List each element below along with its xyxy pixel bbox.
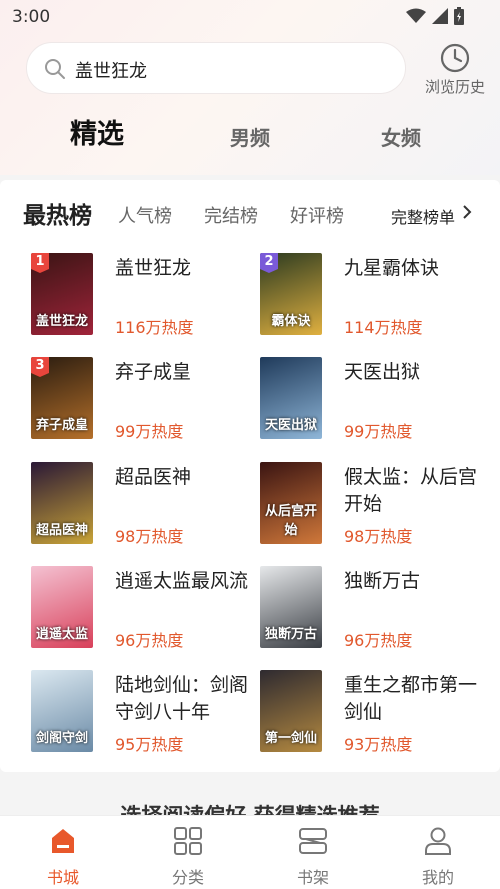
book-item[interactable]: 弃子成皇 3 弃子成皇 99万热度 bbox=[31, 357, 261, 441]
book-cover[interactable]: 第一剑仙 bbox=[260, 670, 322, 752]
book-heat: 114万热度 bbox=[344, 318, 423, 337]
cover-title-art: 超品医神 bbox=[35, 523, 88, 538]
cover-title-art: 弃子成皇 bbox=[35, 418, 88, 433]
bookstore-icon bbox=[52, 829, 74, 853]
book-heat: 98万热度 bbox=[115, 527, 184, 546]
nav-bookshelf[interactable]: 书架 bbox=[263, 816, 363, 889]
signal-icon bbox=[432, 8, 448, 24]
book-title[interactable]: 盖世狂龙 bbox=[115, 255, 255, 282]
book-heat: 93万热度 bbox=[344, 735, 413, 754]
book-item[interactable]: 剑阁守剑 陆地剑仙：剑阁守剑八十年 95万热度 bbox=[31, 670, 261, 754]
tab-selected[interactable]: 精选 bbox=[70, 112, 124, 151]
channel-tabs: 精选 男频 女频 bbox=[0, 108, 500, 164]
status-icons bbox=[406, 7, 464, 25]
book-item[interactable]: 逍遥太监 逍遥太监最风流 96万热度 bbox=[31, 566, 261, 650]
nav-label: 书架 bbox=[296, 868, 329, 887]
book-title[interactable]: 独断万古 bbox=[344, 568, 484, 595]
cover-title-art: 逍遥太监 bbox=[35, 627, 88, 642]
bottom-nav: 书城 分类 书架 我的 bbox=[0, 815, 500, 889]
full-list-link[interactable]: 完整榜单 bbox=[391, 204, 455, 228]
history-button[interactable]: 浏览历史 bbox=[418, 42, 492, 98]
book-heat: 96万热度 bbox=[344, 631, 413, 650]
wifi-icon bbox=[406, 8, 426, 23]
book-heat: 99万热度 bbox=[344, 422, 413, 441]
cover-title-art: 从后宫开始 bbox=[264, 504, 317, 538]
book-title[interactable]: 九星霸体诀 bbox=[344, 255, 484, 282]
rank-tab-popular[interactable]: 人气榜 bbox=[118, 202, 172, 228]
search-icon bbox=[45, 59, 65, 79]
book-title[interactable]: 陆地剑仙：剑阁守剑八十年 bbox=[115, 672, 255, 726]
nav-label: 书城 bbox=[46, 868, 79, 887]
book-title[interactable]: 重生之都市第一剑仙 bbox=[344, 672, 484, 726]
rank-badge: 3 bbox=[31, 357, 49, 377]
nav-profile[interactable]: 我的 bbox=[388, 816, 488, 889]
book-cover[interactable]: 盖世狂龙 1 bbox=[31, 253, 93, 335]
book-heat: 99万热度 bbox=[115, 422, 184, 441]
book-cover[interactable]: 独断万古 bbox=[260, 566, 322, 648]
book-heat: 95万热度 bbox=[115, 735, 184, 754]
book-title[interactable]: 天医出狱 bbox=[344, 359, 484, 386]
rank-badge: 1 bbox=[31, 253, 49, 273]
profile-icon bbox=[425, 827, 451, 855]
book-cover[interactable]: 天医出狱 bbox=[260, 357, 322, 439]
book-item[interactable]: 从后宫开始 假太监：从后宫开始 98万热度 bbox=[260, 462, 490, 546]
book-title[interactable]: 逍遥太监最风流 bbox=[115, 568, 255, 595]
nav-label: 分类 bbox=[171, 868, 204, 887]
book-item[interactable]: 第一剑仙 重生之都市第一剑仙 93万热度 bbox=[260, 670, 490, 754]
book-cover[interactable]: 剑阁守剑 bbox=[31, 670, 93, 752]
cover-title-art: 独断万古 bbox=[264, 627, 317, 642]
book-item[interactable]: 盖世狂龙 1 盖世狂龙 116万热度 bbox=[31, 253, 261, 337]
book-cover[interactable]: 逍遥太监 bbox=[31, 566, 93, 648]
book-heat: 98万热度 bbox=[344, 527, 413, 546]
search-input[interactable]: 盖世狂龙 bbox=[26, 42, 406, 94]
bookshelf-icon bbox=[299, 828, 327, 854]
rank-badge: 2 bbox=[260, 253, 278, 273]
book-cover[interactable]: 超品医神 bbox=[31, 462, 93, 544]
cover-title-art: 天医出狱 bbox=[264, 418, 317, 433]
book-heat: 116万热度 bbox=[115, 318, 194, 337]
search-value: 盖世狂龙 bbox=[75, 61, 147, 82]
book-item[interactable]: 天医出狱 天医出狱 99万热度 bbox=[260, 357, 490, 441]
chevron-right-icon[interactable] bbox=[462, 204, 472, 220]
rank-tab-completed[interactable]: 完结榜 bbox=[204, 202, 258, 228]
rank-tab-rated[interactable]: 好评榜 bbox=[290, 202, 344, 228]
book-item[interactable]: 超品医神 超品医神 98万热度 bbox=[31, 462, 261, 546]
nav-label: 我的 bbox=[421, 868, 454, 887]
book-cover[interactable]: 从后宫开始 bbox=[260, 462, 322, 544]
book-heat: 96万热度 bbox=[115, 631, 184, 650]
book-item[interactable]: 独断万古 独断万古 96万热度 bbox=[260, 566, 490, 650]
tab-female[interactable]: 女频 bbox=[381, 122, 421, 151]
book-item[interactable]: 霸体诀 2 九星霸体诀 114万热度 bbox=[260, 253, 490, 337]
tab-male[interactable]: 男频 bbox=[230, 122, 270, 151]
book-title[interactable]: 假太监：从后宫开始 bbox=[344, 464, 484, 518]
category-grid-icon bbox=[174, 827, 202, 855]
ranking-tabs: 最热榜 人气榜 完结榜 好评榜 完整榜单 bbox=[0, 196, 500, 236]
cover-title-art: 盖世狂龙 bbox=[35, 314, 88, 329]
cover-title-art: 剑阁守剑 bbox=[35, 731, 88, 746]
status-time: 3:00 bbox=[12, 7, 51, 27]
history-label: 浏览历史 bbox=[424, 78, 485, 96]
book-title[interactable]: 超品医神 bbox=[115, 464, 255, 491]
book-title[interactable]: 弃子成皇 bbox=[115, 359, 255, 386]
book-cover[interactable]: 弃子成皇 3 bbox=[31, 357, 93, 439]
battery-icon bbox=[454, 7, 464, 25]
status-bar: 3:00 bbox=[0, 0, 500, 34]
cover-title-art: 霸体诀 bbox=[271, 314, 311, 329]
book-cover[interactable]: 霸体诀 2 bbox=[260, 253, 322, 335]
rank-tab-hottest[interactable]: 最热榜 bbox=[23, 196, 92, 230]
nav-bookstore[interactable]: 书城 bbox=[13, 816, 113, 889]
nav-category[interactable]: 分类 bbox=[138, 816, 238, 889]
clock-icon bbox=[440, 43, 470, 73]
cover-title-art: 第一剑仙 bbox=[264, 731, 317, 746]
